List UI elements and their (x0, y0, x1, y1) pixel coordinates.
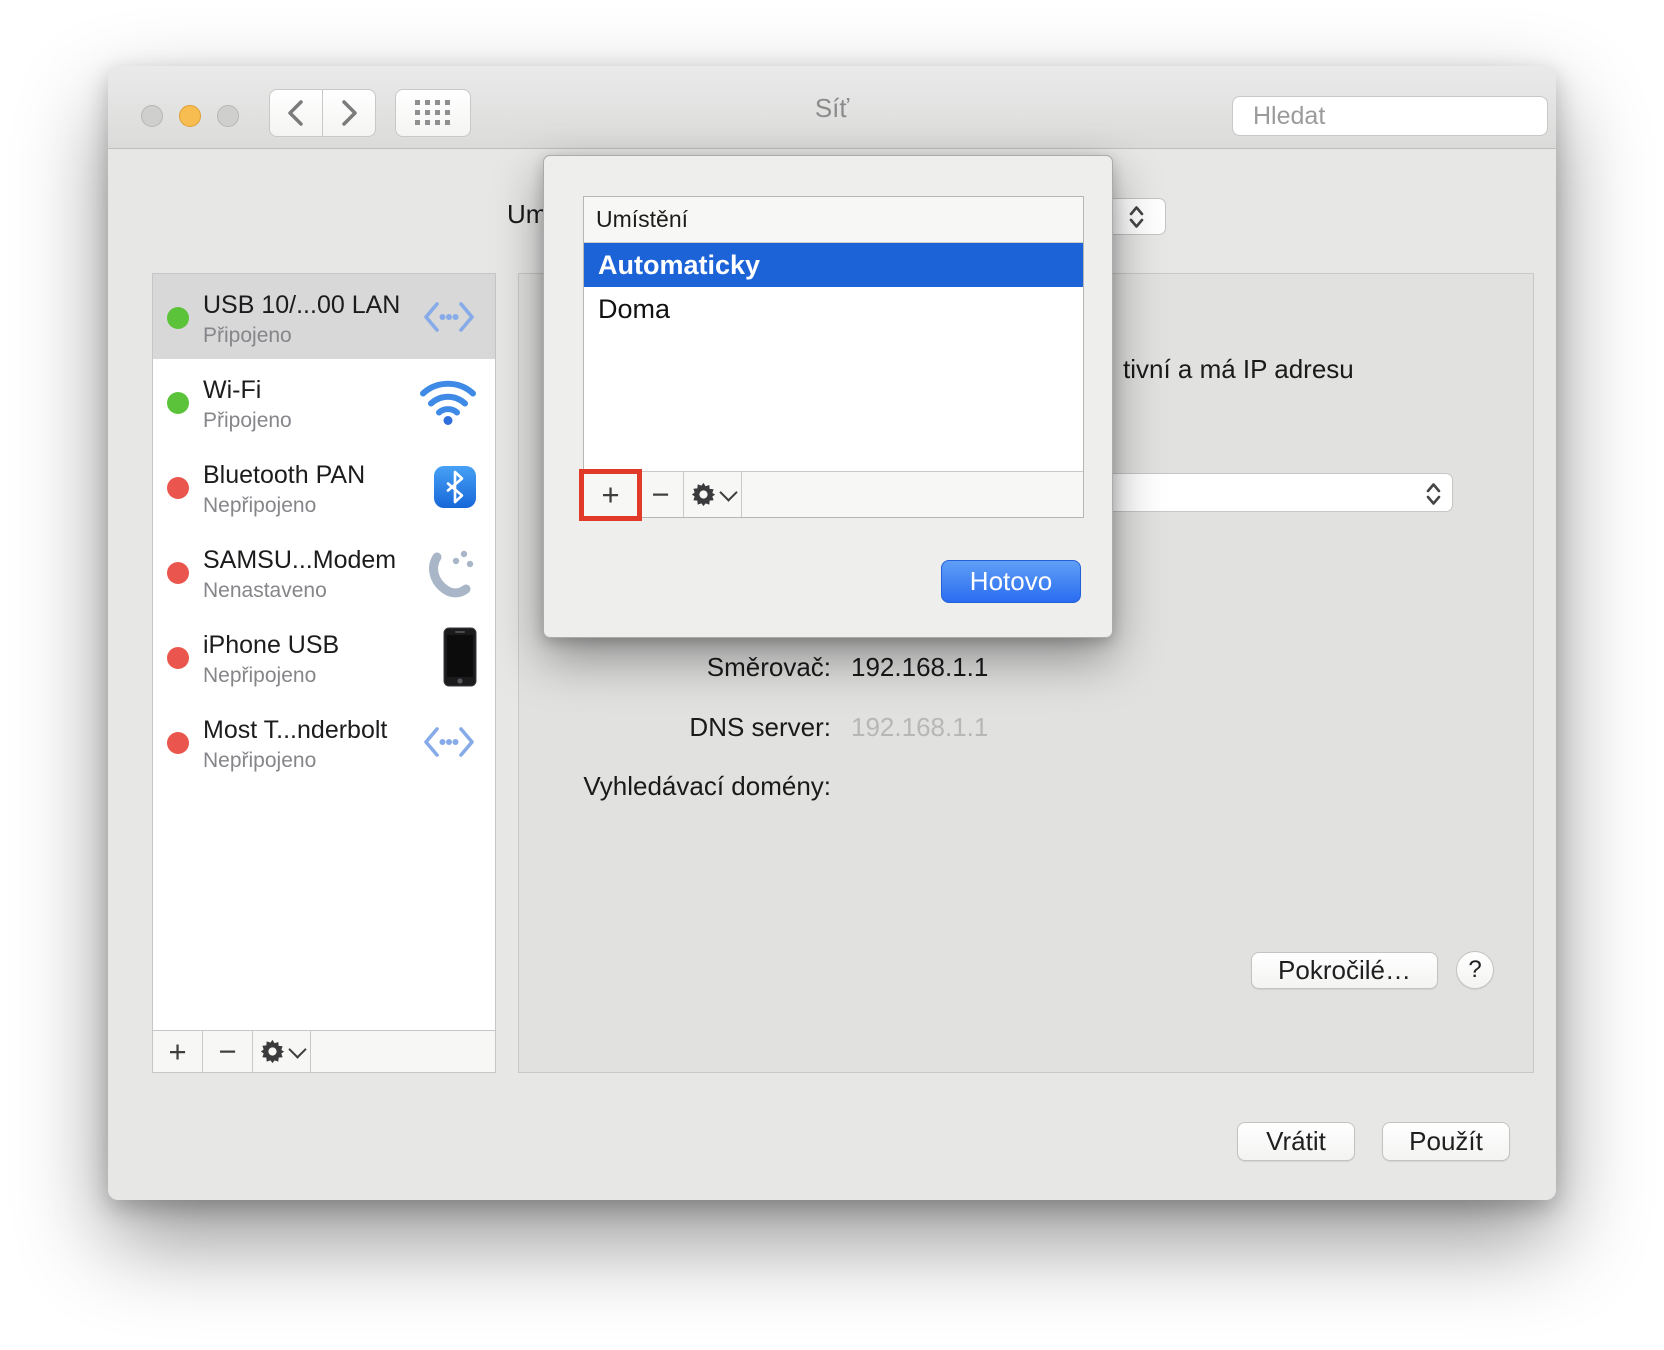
status-dot (167, 732, 189, 754)
location-toolbar: + − (584, 471, 1083, 517)
service-status: Připojeno (203, 409, 292, 432)
service-actions-button[interactable] (253, 1031, 311, 1072)
search-field[interactable] (1232, 96, 1577, 136)
network-preferences-window: Síť Um USB 10/...00 LAN Připojeno (108, 66, 1577, 1200)
service-status: Připojeno (203, 324, 292, 347)
stepper-icon (1129, 205, 1143, 228)
service-status: Nepřipojeno (203, 749, 317, 772)
service-row-samsung-modem[interactable]: SAMSU...Modem Nenastaveno (153, 529, 495, 614)
minus-icon: − (218, 1034, 237, 1069)
router-label: Směrovač: (706, 652, 831, 682)
location-list: Umístění Automaticky Doma + − (583, 196, 1084, 518)
service-name: iPhone USB (203, 631, 340, 659)
service-status: Nepřipojeno (203, 664, 317, 687)
service-status: Nenastaveno (203, 579, 327, 602)
configure-ipv4-popup[interactable] (1101, 473, 1453, 512)
bluetooth-icon (434, 465, 476, 508)
modem-icon (429, 550, 474, 597)
add-service-button[interactable]: + (153, 1031, 203, 1072)
thunderbolt-bridge-icon (424, 726, 474, 757)
minus-icon: − (651, 477, 670, 512)
location-actions-button[interactable] (684, 472, 742, 517)
ethernet-icon (424, 301, 474, 332)
help-button[interactable]: ? (1456, 951, 1494, 989)
dns-value: 192.168.1.1 (851, 712, 989, 742)
add-location-button[interactable]: + (584, 472, 638, 517)
status-dot (167, 647, 189, 669)
status-dot (167, 307, 189, 329)
gear-icon (691, 482, 715, 507)
service-name: Most T...nderbolt (203, 716, 388, 744)
location-popover: Umístění Automaticky Doma + − Hotovo (543, 155, 1113, 638)
title-bar: Síť (108, 66, 1577, 149)
location-item-automatic[interactable]: Automaticky (584, 243, 1083, 287)
service-status: Nepřipojeno (203, 494, 317, 517)
search-domains-row: Vyhledávací domény: (519, 771, 1533, 802)
location-list-header: Umístění (584, 197, 1083, 243)
stepper-icon (1426, 483, 1441, 505)
location-list-empty-area (584, 331, 1083, 471)
location-toolbar-spacer (742, 472, 1083, 517)
service-name: Bluetooth PAN (203, 461, 366, 489)
search-domains-label: Vyhledávací domény: (583, 771, 831, 801)
location-item-doma[interactable]: Doma (584, 287, 1083, 331)
gear-icon (260, 1039, 284, 1064)
service-row-bluetooth-pan[interactable]: Bluetooth PAN Nepřipojeno (153, 444, 495, 529)
chevron-down-icon (718, 483, 738, 502)
dns-row: DNS server: 192.168.1.1 (519, 712, 1533, 743)
location-label-fragment: Um (507, 199, 548, 229)
search-input[interactable] (1251, 100, 1577, 132)
router-value: 192.168.1.1 (851, 652, 989, 682)
services-list: USB 10/...00 LAN Připojeno Wi-Fi Připoje… (153, 274, 495, 1030)
service-row-wifi[interactable]: Wi-Fi Připojeno (153, 359, 495, 444)
iphone-icon (443, 627, 477, 686)
service-name: Wi-Fi (203, 376, 262, 404)
service-name: SAMSU...Modem (203, 546, 397, 574)
location-popup-stepper[interactable] (1106, 198, 1166, 235)
remove-service-button[interactable]: − (203, 1031, 253, 1072)
service-row-usb-lan[interactable]: USB 10/...00 LAN Připojeno (153, 274, 495, 359)
status-text-fragment: tivní a má IP adresu (1123, 354, 1354, 384)
status-dot (167, 562, 189, 584)
chevron-down-icon (287, 1040, 307, 1059)
sidebar-toolbar: + − (153, 1030, 495, 1072)
sidebar-toolbar-spacer (311, 1031, 495, 1072)
service-row-iphone-usb[interactable]: iPhone USB Nepřipojeno (153, 614, 495, 699)
service-name: USB 10/...00 LAN (203, 291, 401, 319)
router-row: Směrovač: 192.168.1.1 (519, 652, 1533, 683)
wifi-icon (420, 380, 476, 425)
plus-icon: + (168, 1034, 187, 1069)
services-sidebar: USB 10/...00 LAN Připojeno Wi-Fi Připoje… (152, 273, 496, 1073)
apply-button[interactable]: Použít (1382, 1122, 1510, 1161)
dns-label: DNS server: (689, 712, 831, 742)
service-row-thunderbolt-bridge[interactable]: Most T...nderbolt Nepřipojeno (153, 699, 495, 784)
remove-location-button[interactable]: − (638, 472, 684, 517)
revert-button[interactable]: Vrátit (1237, 1122, 1355, 1161)
status-dot (167, 477, 189, 499)
plus-icon: + (601, 477, 620, 512)
advanced-button[interactable]: Pokročilé… (1251, 952, 1438, 989)
status-dot (167, 392, 189, 414)
done-button[interactable]: Hotovo (941, 560, 1081, 603)
